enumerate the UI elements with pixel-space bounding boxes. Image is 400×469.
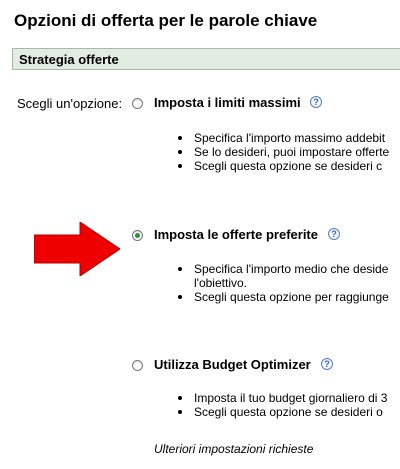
option-budget-optimizer-label[interactable]: Utilizza Budget Optimizer <box>154 357 311 372</box>
option-max-limits-bullets: Specifica l'importo massimo addebit Se l… <box>174 131 389 173</box>
help-icon[interactable]: ? <box>328 228 340 240</box>
page-title: Opzioni di offerta per le parole chiave <box>14 11 318 30</box>
option-preferred-bids-radio[interactable] <box>132 230 143 241</box>
list-item: Scegli questa opzione per raggiunge <box>174 290 389 304</box>
option-budget-optimizer-radio[interactable] <box>132 360 143 371</box>
list-item: Specifica l'importo medio che deside <box>174 262 389 276</box>
list-item: Imposta il tuo budget giornaliero di 3 <box>174 391 387 405</box>
red-arrow-right-icon <box>34 222 120 276</box>
help-icon[interactable]: ? <box>321 358 333 370</box>
section-title: Strategia offerte <box>19 52 119 67</box>
list-item: Se lo desideri, puoi impostare offerte <box>174 145 389 159</box>
option-budget-optimizer-bullets: Imposta il tuo budget giornaliero di 3 S… <box>174 391 387 419</box>
option-preferred-bids-bullets: Specifica l'importo medio che deside l'o… <box>174 262 389 304</box>
footer-note: Ulteriori impostazioni richieste <box>154 442 314 456</box>
choose-option-label: Scegli un'opzione: <box>17 96 123 111</box>
option-preferred-bids-label[interactable]: Imposta le offerte preferite <box>154 227 318 242</box>
list-item-continuation: l'obiettivo. <box>194 276 247 290</box>
list-item: Scegli questa opzione se desideri c <box>174 159 389 173</box>
option-max-limits-label[interactable]: Imposta i limiti massimi <box>154 95 301 110</box>
list-item: Scegli questa opzione se desideri o <box>174 405 387 419</box>
help-icon[interactable]: ? <box>310 96 322 108</box>
list-item: Specifica l'importo massimo addebit <box>174 131 389 145</box>
option-max-limits-radio[interactable] <box>132 98 143 109</box>
section-header: Strategia offerte <box>12 48 400 70</box>
